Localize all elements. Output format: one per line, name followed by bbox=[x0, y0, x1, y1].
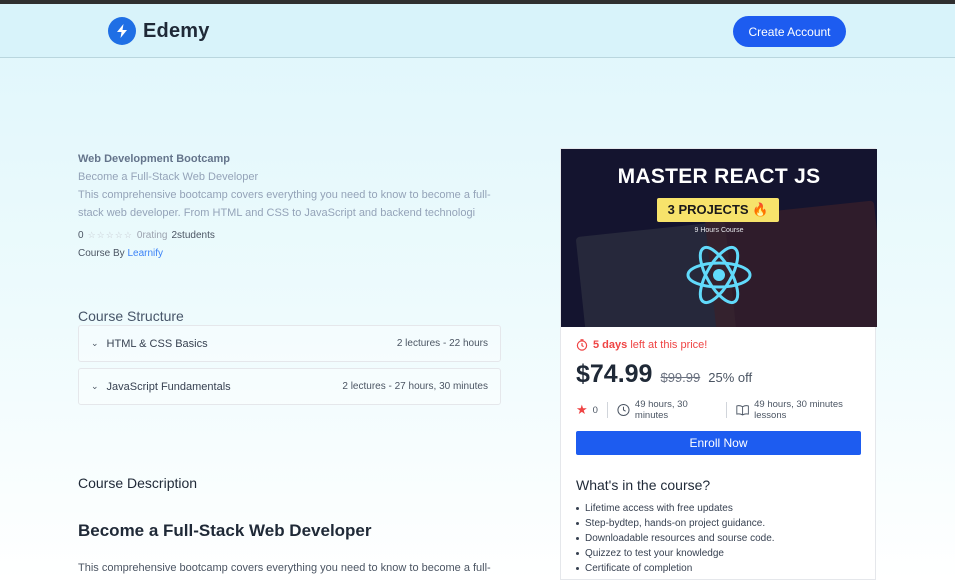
chapter-meta: 2 lectures - 27 hours, 30 minutes bbox=[342, 381, 488, 392]
course-info: Web Development Bootcamp Become a Full-S… bbox=[78, 152, 501, 259]
card-rating: 0 bbox=[592, 404, 598, 416]
enroll-now-button[interactable]: Enroll Now bbox=[576, 431, 861, 455]
feature-text: Quizzez to test your knowledge bbox=[585, 548, 724, 559]
create-account-button[interactable]: Create Account bbox=[733, 16, 846, 47]
description-text: This comprehensive bootcamp covers every… bbox=[78, 562, 491, 574]
book-icon bbox=[736, 405, 749, 416]
feature-text: Downloadable resources and sourse code. bbox=[585, 533, 775, 544]
course-subtitle: Become a Full-Stack Web Developer bbox=[78, 171, 259, 183]
course-duration: 49 hours, 30 minutes bbox=[634, 399, 688, 421]
deadline-notice: 5 days left at this price! bbox=[576, 339, 862, 351]
chapter-name: HTML & CSS Basics bbox=[106, 337, 208, 350]
whats-included-heading: What's in the course? bbox=[576, 477, 711, 493]
lightning-icon bbox=[108, 17, 136, 45]
course-stats: ★ 0 49 hours, 30 minutes 49 hours, 30 mi… bbox=[576, 399, 862, 421]
chapter-meta: 2 lectures - 22 hours bbox=[396, 338, 488, 349]
course-description-heading: Course Description bbox=[78, 475, 198, 491]
rating-value: 0 bbox=[78, 230, 84, 241]
feature-text: Lifetime access with free updates bbox=[585, 503, 733, 514]
thumbnail-caption: 9 Hours Course bbox=[694, 227, 744, 234]
list-item: Lifetime access with free updates bbox=[576, 501, 862, 516]
course-title: Web Development Bootcamp bbox=[78, 153, 230, 165]
days-left: 5 days bbox=[593, 339, 628, 351]
star-icon: ★ bbox=[576, 402, 588, 417]
student-count: 2students bbox=[171, 230, 215, 241]
thumbnail-badge: 3 PROJECTS 🔥 bbox=[657, 198, 779, 222]
feature-text: Step-bydtep, hands-on project guidance. bbox=[585, 518, 766, 529]
brand-name: Edemy bbox=[143, 19, 210, 42]
course-by-label: Course By bbox=[78, 248, 125, 259]
course-short-description: This comprehensive bootcamp covers every… bbox=[78, 189, 491, 219]
navbar: Edemy Create Account bbox=[0, 4, 955, 58]
course-author: Course By Learnify bbox=[78, 248, 501, 259]
course-structure-heading: Course Structure bbox=[78, 308, 184, 324]
chapter-name: JavaScript Fundamentals bbox=[106, 380, 231, 393]
lesson-count: 49 hours, 30 minutes lessons bbox=[754, 399, 843, 421]
list-item: Step-bydtep, hands-on project guidance. bbox=[576, 516, 862, 531]
purchase-card: MASTER REACT JS 3 PROJECTS 🔥 9 Hours Cou… bbox=[560, 148, 877, 580]
chevron-down-icon: ⌄ bbox=[91, 338, 99, 348]
description-title: Become a Full-Stack Web Developer bbox=[78, 521, 372, 540]
current-price: $74.99 bbox=[576, 360, 653, 388]
chapter-accordion[interactable]: ⌄ JavaScript Fundamentals 2 lectures - 2… bbox=[78, 368, 501, 405]
react-logo-icon bbox=[686, 245, 752, 305]
list-item: Certificate of completion bbox=[576, 561, 862, 576]
timer-icon bbox=[576, 339, 588, 351]
price-row: $74.99 $99.99 25% off bbox=[576, 360, 862, 389]
clock-icon bbox=[617, 403, 630, 417]
thumbnail-title: MASTER REACT JS bbox=[617, 165, 821, 188]
rating-row: 0 ☆☆☆☆☆ 0rating 2students bbox=[78, 230, 501, 241]
discount-label: 25% off bbox=[708, 370, 753, 385]
chapter-accordion[interactable]: ⌄ HTML & CSS Basics 2 lectures - 22 hour… bbox=[78, 325, 501, 362]
list-item: Quizzez to test your knowledge bbox=[576, 546, 862, 561]
educator-link[interactable]: Learnify bbox=[127, 248, 163, 259]
feature-list: Lifetime access with free updates Step-b… bbox=[576, 501, 862, 576]
deadline-text: left at this price! bbox=[630, 339, 708, 351]
star-rating-icons: ☆☆☆☆☆ bbox=[87, 230, 133, 240]
logo[interactable]: Edemy bbox=[108, 17, 210, 45]
rating-count: 0rating bbox=[136, 230, 168, 241]
feature-text: Certificate of completion bbox=[585, 563, 693, 574]
list-item: Downloadable resources and sourse code. bbox=[576, 531, 862, 546]
course-thumbnail[interactable]: MASTER REACT JS 3 PROJECTS 🔥 9 Hours Cou… bbox=[561, 149, 877, 327]
chevron-down-icon: ⌄ bbox=[91, 381, 99, 391]
original-price: $99.99 bbox=[660, 370, 701, 385]
